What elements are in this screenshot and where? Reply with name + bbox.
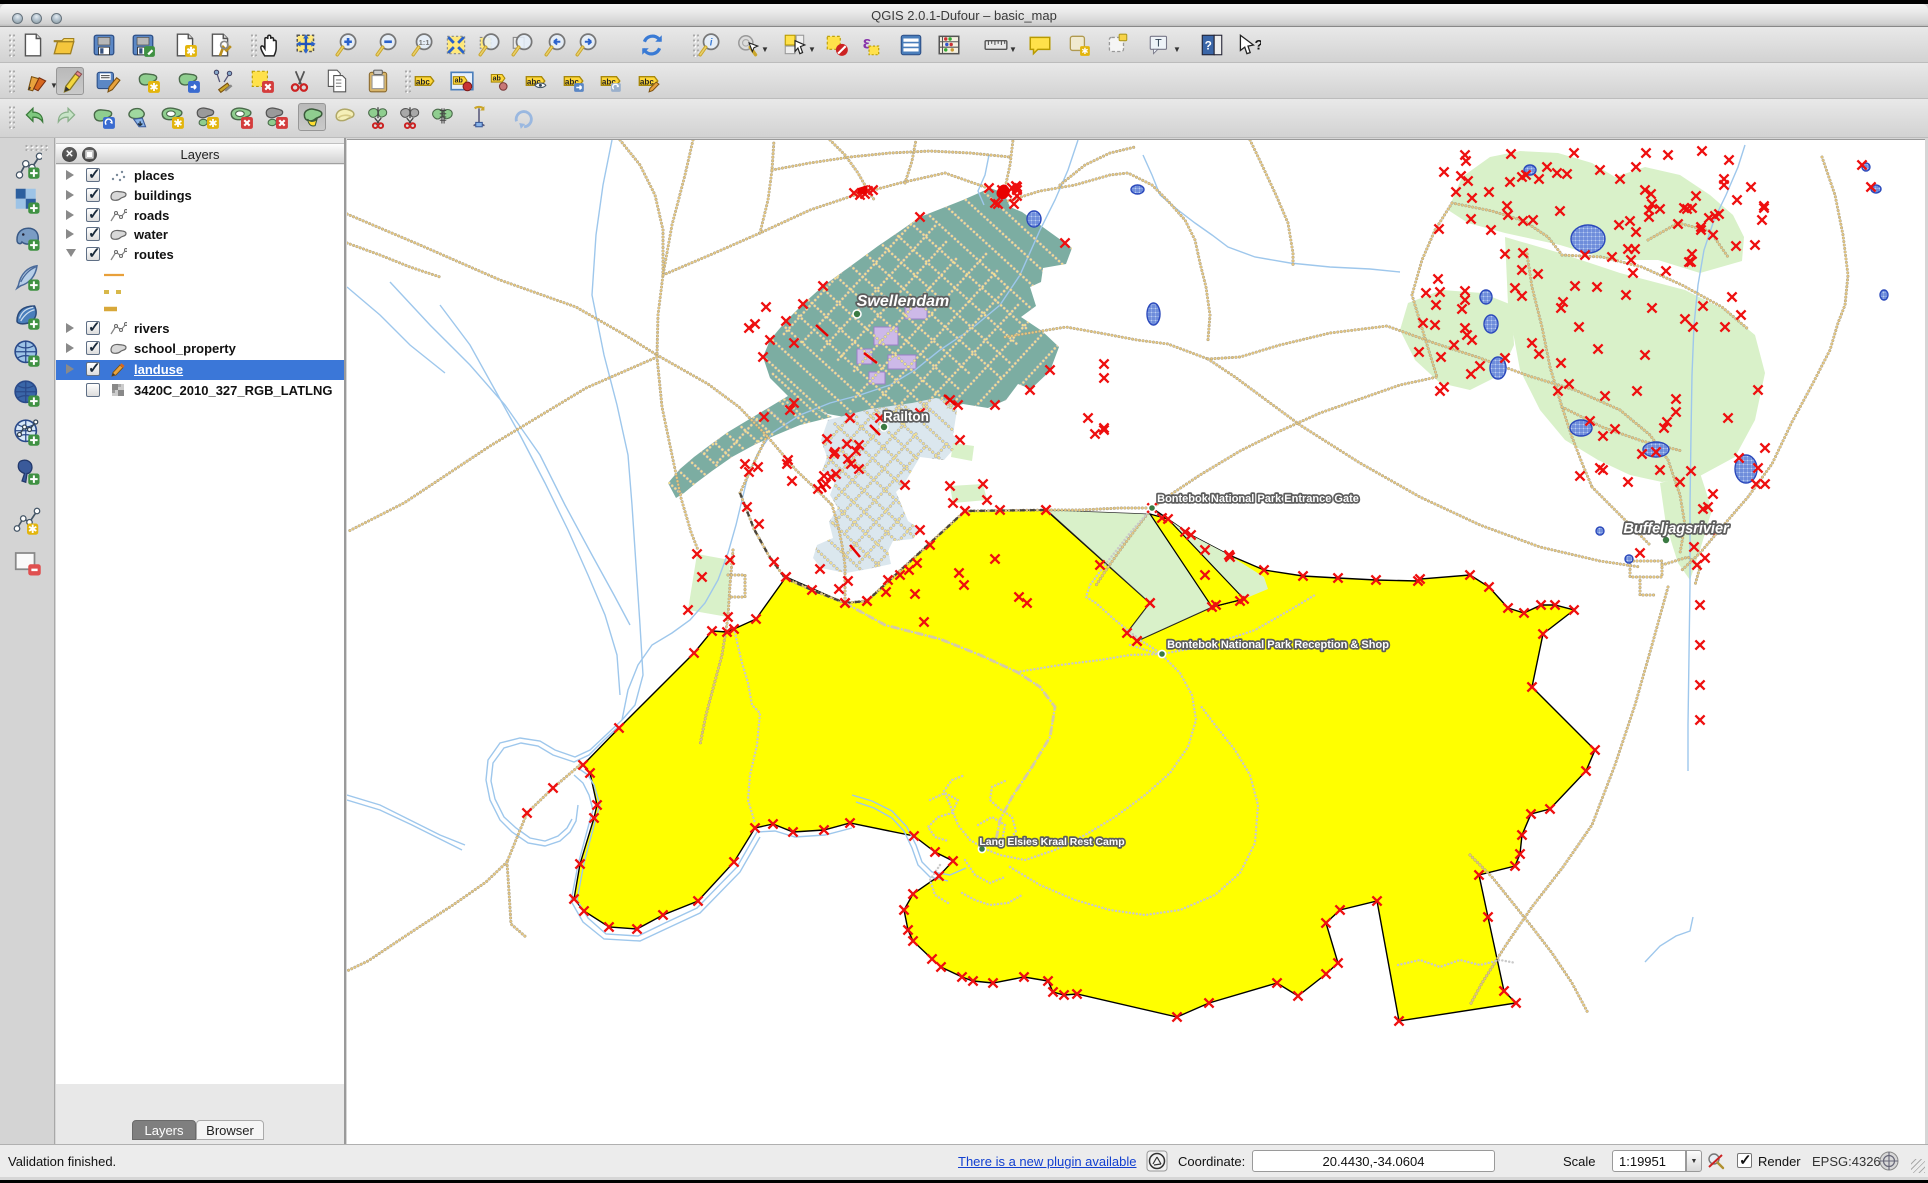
- svg-text:Swellendam: Swellendam: [857, 293, 949, 310]
- svg-text:?: ?: [1255, 36, 1262, 52]
- svg-text:T: T: [1155, 38, 1162, 50]
- svg-text:✱: ✱: [149, 82, 158, 94]
- svg-text:abc: abc: [640, 77, 654, 86]
- svg-text:Railton: Railton: [883, 409, 929, 424]
- svg-text:i: i: [710, 38, 713, 49]
- svg-text:Lang Elsies Kraal Rest Camp: Lang Elsies Kraal Rest Camp: [979, 836, 1124, 848]
- svg-text:?: ?: [1205, 38, 1212, 52]
- svg-text:abc: abc: [416, 77, 430, 86]
- svg-text:Bontebok National Park Recepti: Bontebok National Park Reception & Shop: [1167, 639, 1389, 651]
- svg-text:Buffeljagsrivier: Buffeljagsrivier: [1623, 521, 1730, 537]
- svg-text:✱: ✱: [1081, 46, 1088, 56]
- svg-text:✱: ✱: [28, 524, 37, 536]
- svg-text:ab: ab: [455, 78, 463, 85]
- svg-text:✱: ✱: [186, 46, 195, 58]
- svg-text:1:1: 1:1: [419, 38, 430, 47]
- svg-text:✱: ✱: [208, 118, 217, 130]
- svg-text:✱: ✱: [173, 118, 182, 130]
- svg-text:Bontebok National Park Entranc: Bontebok National Park Entrance Gate: [1157, 493, 1359, 505]
- svg-text:ab: ab: [493, 75, 501, 82]
